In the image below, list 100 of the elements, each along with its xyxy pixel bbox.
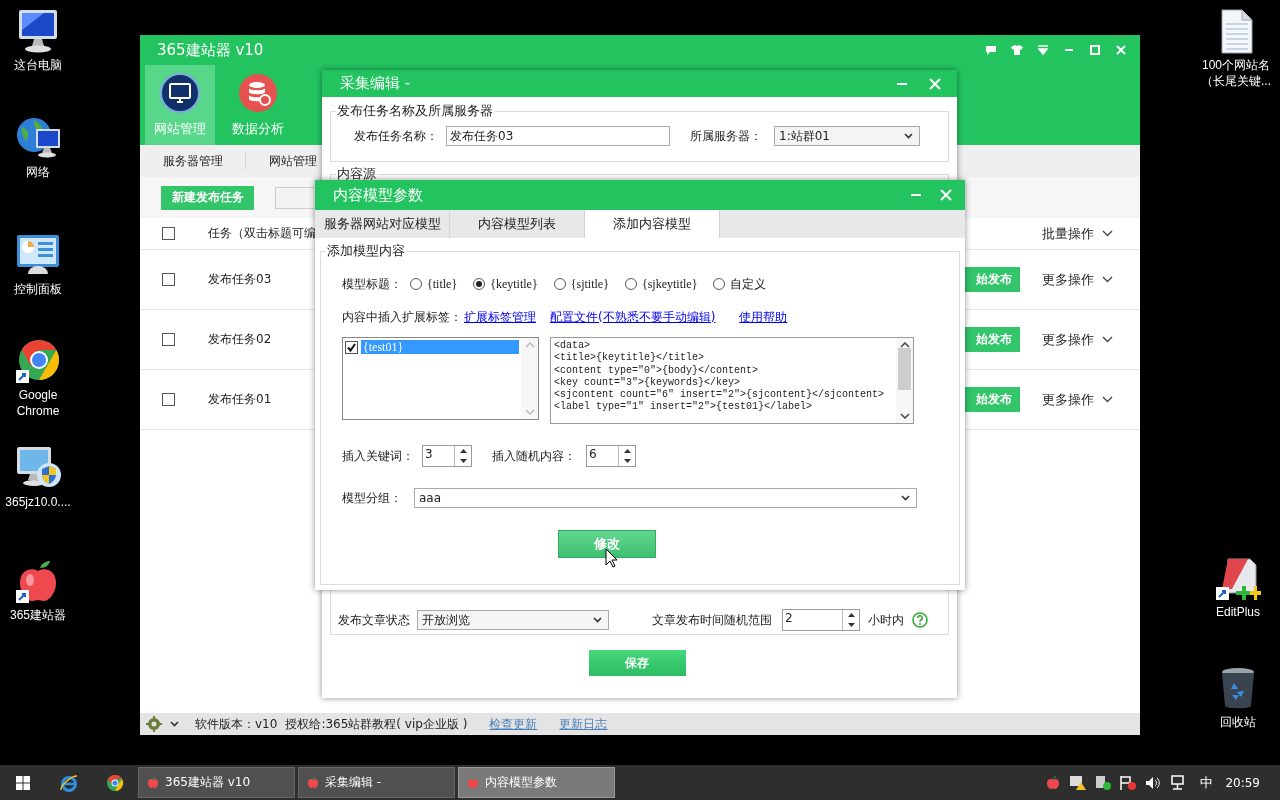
taskbar-button[interactable]: 采集编辑 - [298, 767, 455, 798]
batch-menu[interactable]: 批量操作 [1042, 224, 1140, 243]
unit-label: 小时内 [868, 611, 904, 629]
chevron-down-icon [1102, 276, 1113, 283]
chevron-down-icon [1102, 336, 1113, 343]
field-label: 插入随机内容： [492, 447, 576, 465]
task-name: 发布任务03 [208, 271, 272, 288]
icon-label: 365建站器 [10, 607, 66, 623]
taskbar-button[interactable]: 365建站器 v10 [138, 767, 295, 798]
nav-tab[interactable]: 网站管理 [246, 152, 317, 170]
network-check-icon[interactable] [1093, 774, 1112, 791]
column-header: 任务（双击标题可编 [208, 225, 316, 242]
task-name: 发布任务02 [208, 331, 272, 348]
group-title: 发布任务名称及所属服务器 [336, 102, 494, 120]
checkbox[interactable] [345, 340, 358, 354]
chrome-icon[interactable] [106, 773, 124, 792]
help-link[interactable]: 配置文件(不熟悉不要手动编辑) [550, 308, 716, 326]
caret-icon [901, 495, 910, 501]
clock[interactable]: 20:59 [1225, 775, 1260, 790]
icon-label: 控制面板 [14, 281, 62, 297]
scroll-up-icon[interactable] [899, 342, 910, 348]
database-icon [238, 72, 278, 113]
tab[interactable]: 服务器网站对应模型 [315, 210, 450, 238]
input-method-indicator[interactable]: 中 [1200, 773, 1214, 792]
tab-label: 数据分析 [232, 119, 284, 138]
radio-button[interactable] [410, 278, 422, 290]
field-label: 模型标题： [342, 275, 402, 293]
warning-app-icon[interactable] [1068, 774, 1087, 791]
caret-icon [904, 133, 913, 139]
dialog-title: 内容模型参数 [333, 185, 423, 205]
chrome-icon[interactable] [14, 338, 62, 384]
scrollbar-thumb[interactable] [898, 348, 911, 390]
icon-label: 365jz10.0.... [5, 494, 71, 510]
keyword-spinbox[interactable]: 3 [422, 445, 472, 467]
windows-logo-icon[interactable] [16, 775, 30, 790]
task-name-field[interactable]: 发布任务03 [446, 126, 670, 146]
field-label: 内容中插入扩展标签： [342, 308, 462, 326]
field-label: 所属服务器： [690, 127, 762, 145]
scroll-down-icon[interactable] [899, 413, 910, 419]
nav-tab[interactable]: 服务器管理 [140, 152, 246, 170]
apple-icon [307, 776, 319, 789]
range-spinbox[interactable]: 2 [782, 609, 860, 631]
random-spinbox[interactable]: 6 [586, 445, 636, 467]
taskbar-button[interactable]: 内容模型参数 [458, 767, 615, 798]
caret-icon [593, 617, 602, 623]
notepad-icon[interactable] [1214, 555, 1262, 601]
apple-icon [147, 776, 159, 789]
checkbox[interactable] [162, 227, 175, 240]
field-label: 模型分组： [342, 489, 402, 507]
tab[interactable]: 添加内容模型 [585, 210, 720, 238]
field-label: 插入关键词： [342, 447, 414, 465]
network-icon[interactable] [1168, 774, 1187, 791]
group-title: 添加模型内容 [326, 242, 406, 260]
chevron-down-icon [1102, 230, 1113, 237]
icon-label: EditPlus [1216, 604, 1260, 620]
apple-icon [467, 776, 479, 789]
license-text: 授权给:365站群教程( vip企业版 ) [285, 715, 468, 733]
status-link[interactable]: 检查更新 [489, 715, 538, 733]
task-name: 发布任务01 [208, 391, 272, 408]
window-title: 365建站器 v10 [157, 40, 264, 60]
status-select[interactable]: 开放浏览 [417, 610, 609, 630]
icon-label: 回收站 [1220, 714, 1256, 730]
status-link[interactable]: 更新日志 [559, 715, 608, 733]
icon-label: Google Chrome [15, 387, 61, 419]
group-title: 内容源 [336, 165, 377, 183]
radio-label[interactable]: {sjtitle} [570, 276, 609, 292]
browser-e-icon[interactable] [59, 772, 79, 793]
checkbox[interactable] [162, 273, 175, 286]
checkbox[interactable] [162, 333, 175, 346]
icon-label: 这台电脑 [14, 57, 62, 73]
radio-button[interactable] [553, 278, 566, 290]
radio-label[interactable]: {sjkeytitle} [641, 276, 698, 292]
caret-icon [170, 721, 179, 727]
server-select[interactable]: 1:站群01 [774, 126, 920, 146]
more-menu[interactable]: 更多操作 [1042, 390, 1140, 409]
help-icon[interactable] [912, 612, 928, 628]
more-menu[interactable]: 更多操作 [1042, 330, 1140, 349]
template-editor[interactable]: <data> <title>{keytitle}</title> <content type="0">{body}</content> <key count="3">{keywords}</key> <sjcontent count="6" insert="2">{sjcontent}</sjcontent> <label type="1" insert="2">{test01}</label> [550, 337, 914, 424]
radio-label[interactable]: 自定义 [730, 275, 767, 293]
flag-error-icon[interactable] [1118, 774, 1137, 791]
help-link[interactable]: 使用帮助 [739, 308, 788, 326]
window-title: 采集编辑 - [340, 74, 411, 93]
field-label: 文章发布时间随机范围 [652, 611, 772, 629]
icon-label: 100个网站名（长尾关键... [1200, 57, 1272, 89]
radio-label[interactable]: {title} [427, 276, 458, 292]
chevron-down-icon [1102, 396, 1113, 403]
radio-label[interactable]: {keytitle} [490, 276, 538, 292]
tab-label: 网站管理 [154, 119, 206, 138]
field-label: 发布文章状态 [338, 611, 410, 629]
checkbox[interactable] [162, 393, 175, 406]
icon-label: 网络 [26, 164, 50, 180]
more-menu[interactable]: 更多操作 [1042, 270, 1140, 289]
group-select[interactable]: aaa [414, 488, 917, 508]
monitor-icon [160, 72, 200, 113]
field-label: 发布任务名称： [354, 127, 438, 145]
radio-button[interactable] [624, 278, 637, 290]
version-text: 软件版本：v10 [195, 715, 278, 733]
help-link[interactable]: 扩展标签管理 [464, 308, 536, 326]
radio-button[interactable] [473, 278, 486, 290]
radio-button[interactable] [713, 278, 726, 290]
